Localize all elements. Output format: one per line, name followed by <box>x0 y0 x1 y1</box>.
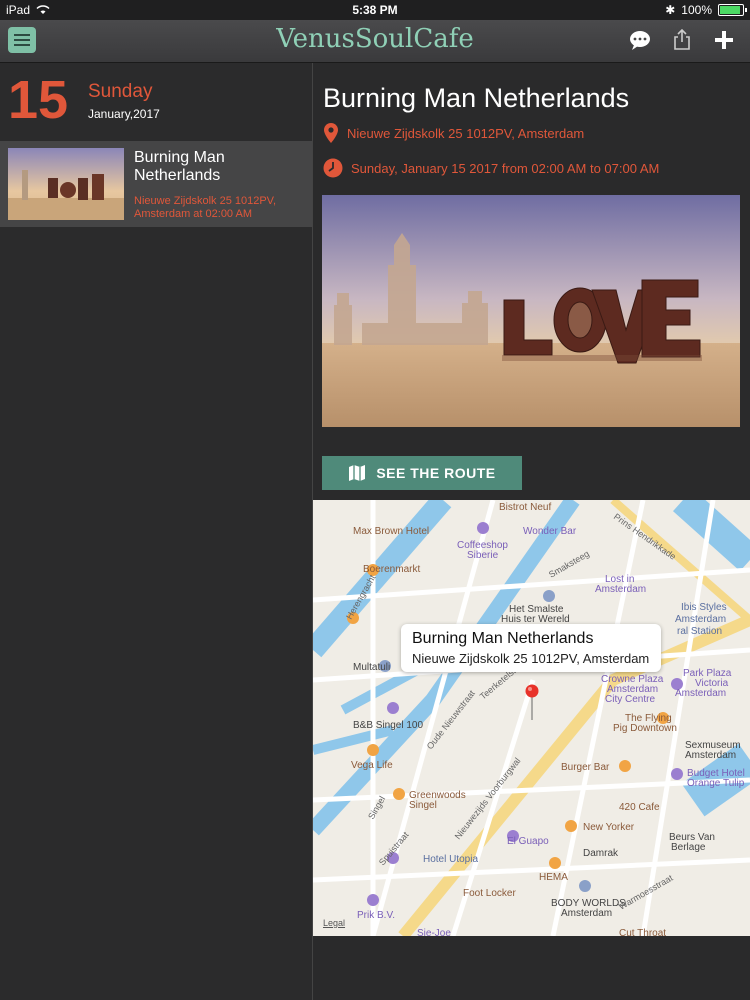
svg-text:420 Cafe: 420 Cafe <box>619 802 660 813</box>
svg-text:Burger Bar: Burger Bar <box>561 762 610 773</box>
battery-percent: 100% <box>681 3 712 17</box>
svg-text:Foot Locker: Foot Locker <box>463 888 516 899</box>
event-datetime: Sunday, January 15 2017 from 02:00 AM to… <box>351 160 660 176</box>
date-day: 15 <box>8 70 69 130</box>
svg-text:Damrak: Damrak <box>583 848 619 859</box>
battery-icon <box>718 4 747 16</box>
map-icon <box>349 465 366 481</box>
date-month-year: January,2017 <box>88 107 160 121</box>
chat-icon[interactable] <box>628 28 652 52</box>
see-route-button[interactable]: SEE THE ROUTE <box>322 456 522 490</box>
event-item-title: Burning Man Netherlands <box>134 149 225 184</box>
event-hero-image <box>322 195 740 427</box>
callout-title: Burning Man Netherlands <box>412 630 594 647</box>
add-icon[interactable] <box>712 28 736 52</box>
svg-text:Wonder Bar: Wonder Bar <box>523 526 577 537</box>
event-detail-panel: Burning Man Netherlands Nieuwe Zijdskolk… <box>313 63 750 1000</box>
svg-text:Cut Throat: Cut Throat <box>619 928 666 936</box>
svg-text:Amsterdam: Amsterdam <box>561 908 612 919</box>
clock: 5:38 PM <box>352 3 398 17</box>
svg-text:Sie-Joe: Sie-Joe <box>417 928 451 936</box>
svg-text:Max Brown Hotel: Max Brown Hotel <box>353 526 429 537</box>
svg-text:HEMA: HEMA <box>539 872 568 883</box>
date-weekday: Sunday <box>88 81 153 102</box>
svg-text:Siberie: Siberie <box>467 550 499 561</box>
location-pin-icon <box>324 123 338 143</box>
svg-text:Prik B.V.: Prik B.V. <box>357 910 395 921</box>
event-item-subtitle: Nieuwe Zijdskolk 25 1012PV, Amsterdam at… <box>134 195 277 220</box>
svg-text:New Yorker: New Yorker <box>583 822 635 833</box>
callout-subtitle: Nieuwe Zijdskolk 25 1012PV, Amsterdam <box>412 651 650 666</box>
svg-text:Pig Downtown: Pig Downtown <box>613 723 677 734</box>
svg-text:ral Station: ral Station <box>677 626 722 637</box>
svg-text:Amsterdam: Amsterdam <box>685 750 736 761</box>
event-thumbnail <box>8 148 124 220</box>
svg-text:Hotel Utopia: Hotel Utopia <box>423 854 478 865</box>
event-list-item[interactable]: Burning Man Netherlands Nieuwe Zijdskolk… <box>0 141 312 227</box>
map-legal-link[interactable]: Legal <box>323 918 345 928</box>
svg-text:Ibis Styles: Ibis Styles <box>681 602 727 613</box>
date-header: 15 Sunday January,2017 <box>0 63 312 139</box>
bluetooth-icon: ✱ <box>665 3 676 17</box>
svg-text:Vega Life: Vega Life <box>351 760 393 771</box>
svg-text:Berlage: Berlage <box>671 842 706 853</box>
datetime-row: Sunday, January 15 2017 from 02:00 AM to… <box>323 158 659 178</box>
share-icon[interactable] <box>670 28 694 52</box>
navigation-bar: VenusSoulCafe <box>0 20 750 63</box>
svg-text:Orange Tulip: Orange Tulip <box>687 778 745 789</box>
svg-text:Singel: Singel <box>409 800 437 811</box>
event-list-panel: 15 Sunday January,2017 Burning Man Nethe… <box>0 63 313 1000</box>
event-title: Burning Man Netherlands <box>323 83 630 113</box>
clock-icon <box>323 158 343 178</box>
map-view[interactable]: Bistrot Neuf Max Brown Hotel Wonder Bar … <box>313 500 750 936</box>
see-route-label: SEE THE ROUTE <box>376 465 496 481</box>
svg-text:Amsterdam: Amsterdam <box>595 584 646 595</box>
svg-text:Boerenmarkt: Boerenmarkt <box>363 564 420 575</box>
svg-text:Amsterdam: Amsterdam <box>675 614 726 625</box>
svg-text:City Centre: City Centre <box>605 694 655 705</box>
map-pin-icon[interactable] <box>525 684 539 725</box>
svg-text:El Guapo: El Guapo <box>507 836 549 847</box>
address-row: Nieuwe Zijdskolk 25 1012PV, Amsterdam <box>323 123 584 143</box>
svg-text:Amsterdam: Amsterdam <box>675 688 726 699</box>
event-address: Nieuwe Zijdskolk 25 1012PV, Amsterdam <box>347 125 585 141</box>
svg-text:B&B Singel 100: B&B Singel 100 <box>353 720 423 731</box>
svg-text:Multatuli: Multatuli <box>353 662 390 673</box>
map-callout[interactable]: Burning Man Netherlands Nieuwe Zijdskolk… <box>401 624 661 672</box>
svg-text:Bistrot Neuf: Bistrot Neuf <box>499 502 551 513</box>
status-bar: iPad 5:38 PM ✱ 100% <box>0 0 750 20</box>
